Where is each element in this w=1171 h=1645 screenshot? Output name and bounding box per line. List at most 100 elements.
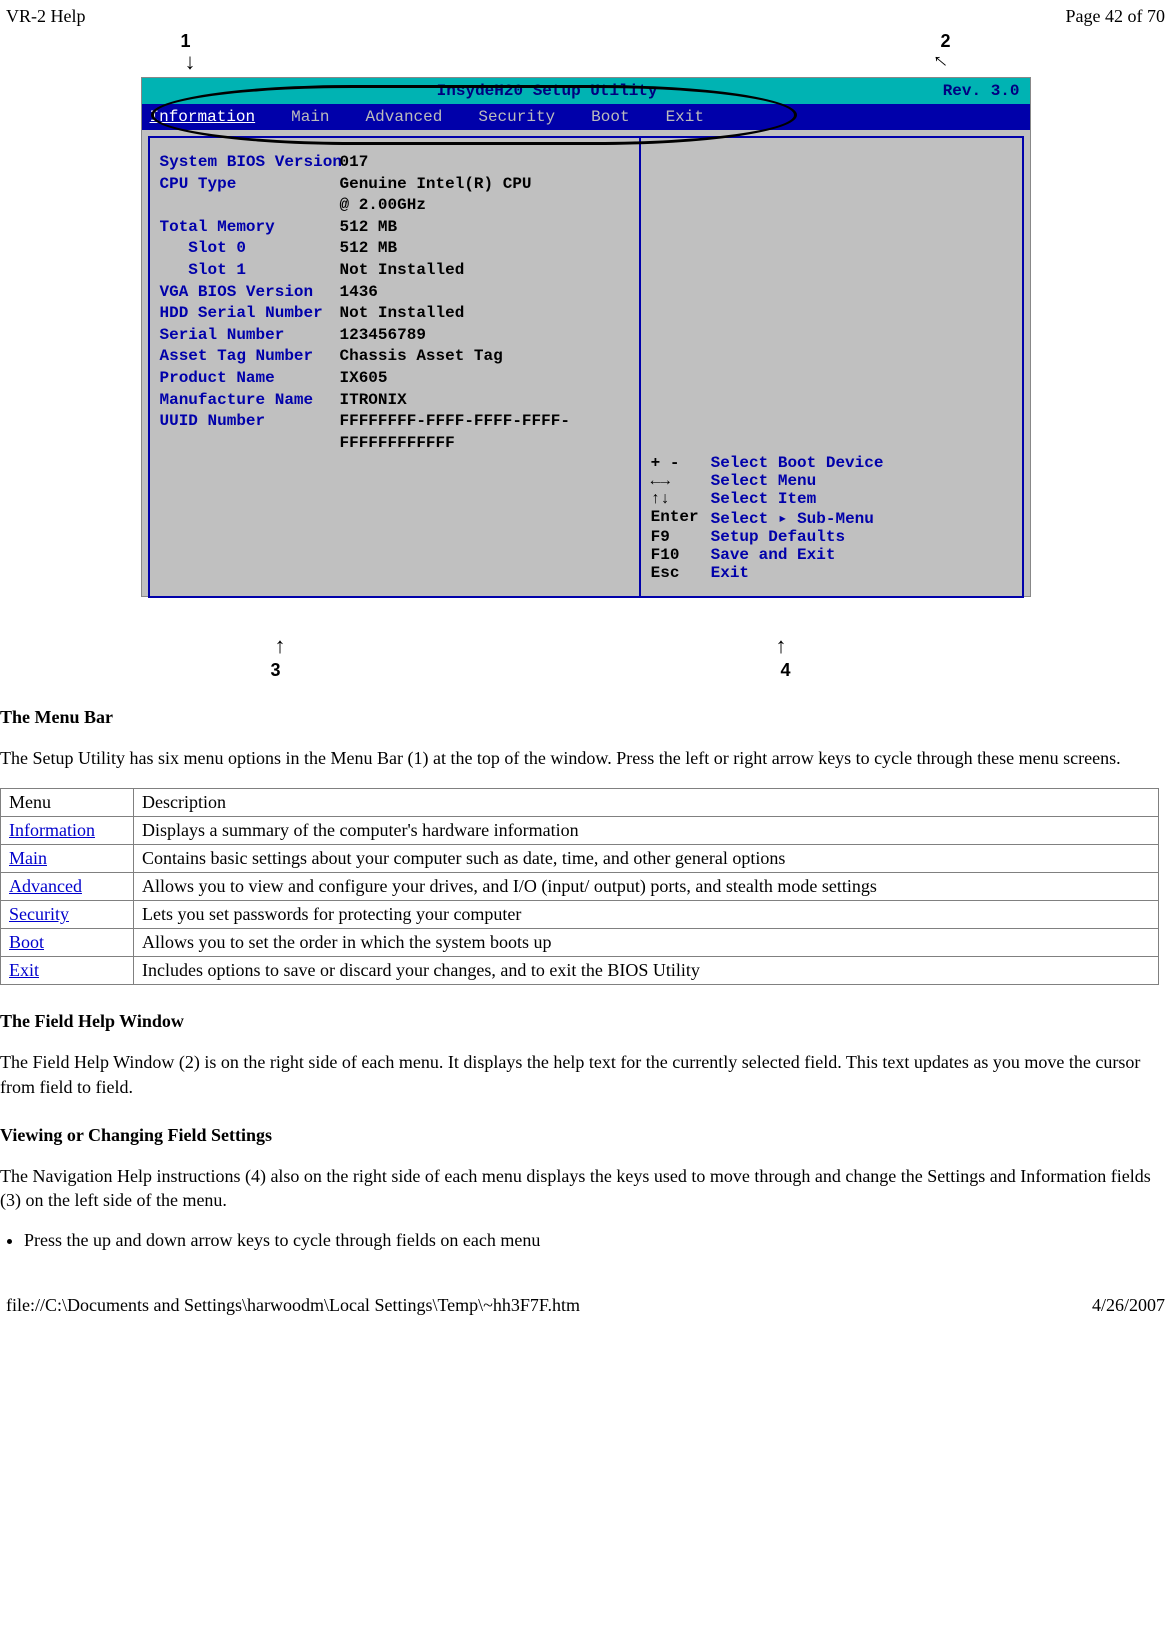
bios-field: System BIOS Version017 (160, 152, 629, 174)
bios-field-key: Asset Tag Number (160, 346, 340, 368)
bios-field: Slot 1Not Installed (160, 260, 629, 282)
heading-field-help: The Field Help Window (0, 1011, 1165, 1032)
bios-field-key: Total Memory (160, 217, 340, 239)
bios-menu-advanced[interactable]: Advanced (366, 108, 443, 126)
bios-field: Serial Number123456789 (160, 325, 629, 347)
heading-menu-bar: The Menu Bar (0, 707, 1165, 728)
bios-field-value: @ 2.00GHz (340, 195, 426, 217)
bios-field: @ 2.00GHz (160, 195, 629, 217)
bios-field-key: Slot 0 (160, 238, 340, 260)
bios-title: InsydeH20 Setup Utility (152, 82, 943, 100)
bios-field-value: 1436 (340, 282, 378, 304)
bios-field: Slot 0512 MB (160, 238, 629, 260)
bios-field: CPU TypeGenuine Intel(R) CPU (160, 174, 629, 196)
bios-nav-line: F10Save and Exit (651, 546, 1012, 564)
bios-nav-line: ←→Select Menu (651, 472, 1012, 490)
desc-cell: Lets you set passwords for protecting yo… (134, 901, 1159, 929)
bios-field-value: FFFFFFFF-FFFF-FFFF-FFFF- (340, 411, 570, 433)
bios-nav-line: F9Setup Defaults (651, 528, 1012, 546)
bios-field-key: HDD Serial Number (160, 303, 340, 325)
bios-nav-value: Save and Exit (711, 546, 836, 564)
bios-nav-value: Select Menu (711, 472, 817, 490)
bios-field-value: 123456789 (340, 325, 426, 347)
footer-left: file://C:\Documents and Settings\harwood… (6, 1295, 580, 1316)
header-left: VR-2 Help (6, 6, 86, 27)
link-main[interactable]: Main (9, 848, 47, 868)
bios-field-value: Chassis Asset Tag (340, 346, 503, 368)
bios-field: VGA BIOS Version1436 (160, 282, 629, 304)
bios-nav-key: Esc (651, 564, 711, 582)
bios-nav-value: Select Boot Device (711, 454, 884, 472)
bios-nav-key: Enter (651, 508, 711, 528)
bios-help-panel: + -Select Boot Device←→Select Menu↑↓Sele… (641, 138, 1022, 596)
bios-field: Asset Tag NumberChassis Asset Tag (160, 346, 629, 368)
desc-cell: Includes options to save or discard your… (134, 957, 1159, 985)
table-row: Advanced Allows you to view and configure… (1, 873, 1159, 901)
callout-2: 2 (940, 31, 950, 52)
desc-cell: Allows you to set the order in which the… (134, 929, 1159, 957)
table-row: Security Lets you set passwords for prote… (1, 901, 1159, 929)
bios-menu-main[interactable]: Main (291, 108, 329, 126)
bios-field-key: Manufacture Name (160, 390, 340, 412)
bios-field: Product NameIX605 (160, 368, 629, 390)
table-row: Boot Allows you to set the order in which… (1, 929, 1159, 957)
bios-field-value: ITRONIX (340, 390, 407, 412)
menu-table: Menu Description InformationDisplays a s… (0, 788, 1159, 985)
bios-field-key: CPU Type (160, 174, 340, 196)
bios-menu-information[interactable]: Information (150, 108, 256, 126)
bios-field-value: IX605 (340, 368, 388, 390)
bios-field-value: 017 (340, 152, 369, 174)
desc-cell: Displays a summary of the computer's har… (134, 817, 1159, 845)
bios-nav-key: + - (651, 454, 711, 472)
bios-nav-value: Exit (711, 564, 749, 582)
bios-field-key: Slot 1 (160, 260, 340, 282)
bios-figure: 1 2 3 4 ↓ ↓ ↑ ↑ InsydeH20 Setup Utility … (0, 37, 1171, 677)
bios-field-key: System BIOS Version (160, 152, 340, 174)
para-menu-bar: The Setup Utility has six menu options i… (0, 746, 1165, 770)
bios-nav-key: F9 (651, 528, 711, 546)
link-information[interactable]: Information (9, 820, 95, 840)
bios-field-value: 512 MB (340, 217, 398, 239)
bios-field-key (160, 433, 340, 455)
link-advanced[interactable]: Advanced (9, 876, 82, 896)
bios-field: FFFFFFFFFFFF (160, 433, 629, 455)
bios-menu-exit[interactable]: Exit (666, 108, 704, 126)
bullet-item: Press the up and down arrow keys to cycl… (24, 1230, 1165, 1251)
bios-field-key: UUID Number (160, 411, 340, 433)
footer-right: 4/26/2007 (1092, 1295, 1165, 1316)
bios-field-key: VGA BIOS Version (160, 282, 340, 304)
bios-field: UUID NumberFFFFFFFF-FFFF-FFFF-FFFF- (160, 411, 629, 433)
arrow-down-icon: ↓ (929, 51, 953, 74)
link-boot[interactable]: Boot (9, 932, 44, 952)
bios-field-key: Serial Number (160, 325, 340, 347)
bios-field-key (160, 195, 340, 217)
heading-view-change: Viewing or Changing Field Settings (0, 1125, 1165, 1146)
bios-info-panel: System BIOS Version017CPU TypeGenuine In… (150, 138, 641, 596)
para-field-help: The Field Help Window (2) is on the righ… (0, 1050, 1165, 1099)
bios-nav-value: Setup Defaults (711, 528, 845, 546)
bios-nav-line: ↑↓Select Item (651, 490, 1012, 508)
desc-cell: Allows you to view and configure your dr… (134, 873, 1159, 901)
bios-field-value: 512 MB (340, 238, 398, 260)
bios-field-value: Genuine Intel(R) CPU (340, 174, 532, 196)
table-row: MainContains basic settings about your c… (1, 845, 1159, 873)
bios-nav-value: Select ▸ Sub-Menu (711, 508, 874, 528)
bios-menu-security[interactable]: Security (478, 108, 555, 126)
bios-nav-line: EnterSelect ▸ Sub-Menu (651, 508, 1012, 528)
bios-field: Manufacture NameITRONIX (160, 390, 629, 412)
link-exit[interactable]: Exit (9, 960, 39, 980)
link-security[interactable]: Security (9, 904, 69, 924)
bios-field-value: FFFFFFFFFFFF (340, 433, 455, 455)
bios-nav-key: F10 (651, 546, 711, 564)
bios-menu-boot[interactable]: Boot (591, 108, 629, 126)
callout-3: 3 (271, 660, 281, 681)
bios-field: HDD Serial NumberNot Installed (160, 303, 629, 325)
bios-field-value: Not Installed (340, 303, 465, 325)
th-description: Description (134, 789, 1159, 817)
para-view-change: The Navigation Help instructions (4) als… (0, 1164, 1165, 1213)
bios-field-key: Product Name (160, 368, 340, 390)
arrow-up-icon: ↑ (275, 635, 286, 657)
callout-4: 4 (780, 660, 790, 681)
bios-nav-value: Select Item (711, 490, 817, 508)
bios-nav-key: ←→ (651, 472, 711, 490)
